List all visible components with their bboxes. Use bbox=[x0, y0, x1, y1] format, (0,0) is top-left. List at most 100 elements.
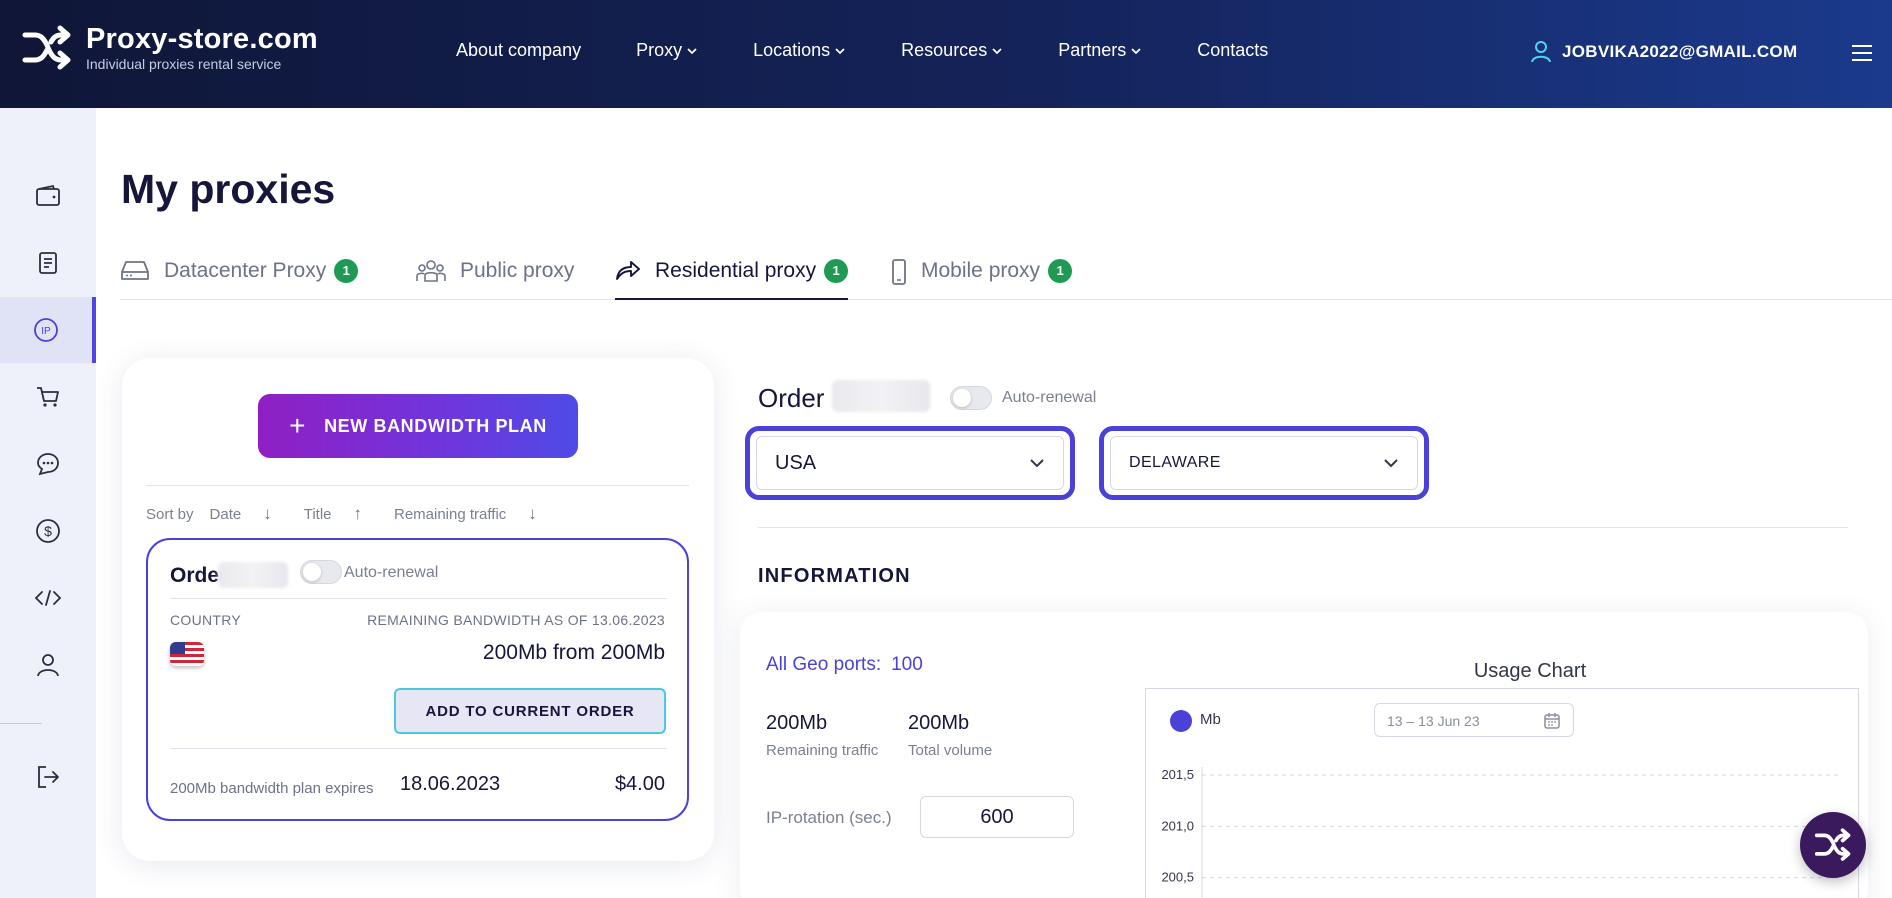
order-id-redacted bbox=[218, 562, 288, 588]
add-to-current-order-button[interactable]: ADD TO CURRENT ORDER bbox=[394, 688, 666, 734]
tab-mobile[interactable]: Mobile proxy 1 bbox=[891, 254, 1073, 300]
nav-about[interactable]: About company bbox=[456, 40, 581, 61]
remaining-traffic-label: Remaining traffic bbox=[766, 742, 879, 759]
auto-renewal-label: Auto-renewal bbox=[1002, 389, 1097, 406]
tab-datacenter-badge: 1 bbox=[334, 259, 359, 283]
order-card[interactable]: Order Auto-renewal COUNTRY REMAINING BAN… bbox=[146, 538, 689, 821]
nav-locations[interactable]: Locations bbox=[753, 40, 846, 61]
share-arrow-icon bbox=[616, 261, 640, 280]
user-account[interactable]: JOBVIKA2022@GMAIL.COM bbox=[1530, 40, 1797, 64]
order-price: $4.00 bbox=[614, 773, 665, 795]
nav-partners[interactable]: Partners bbox=[1058, 40, 1142, 61]
y-tick-label: 201,0 bbox=[1161, 818, 1194, 833]
nav-partners-label: Partners bbox=[1058, 40, 1127, 60]
ip-icon: IP bbox=[34, 318, 58, 342]
tab-mobile-badge: 1 bbox=[1048, 259, 1073, 283]
sidebar-item-logout[interactable] bbox=[0, 744, 96, 810]
phone-icon bbox=[892, 259, 906, 285]
top-header: Proxy-store.com Individual proxies renta… bbox=[0, 0, 1892, 108]
divider bbox=[170, 748, 667, 749]
nav-contacts-label: Contacts bbox=[1197, 40, 1269, 60]
code-icon bbox=[34, 590, 62, 606]
nav-contacts[interactable]: Contacts bbox=[1197, 40, 1268, 61]
brand-title: Proxy-store.com bbox=[86, 23, 318, 55]
total-volume-label: Total volume bbox=[908, 742, 993, 759]
sort-by-remaining[interactable]: Remaining traffic ↓ bbox=[394, 504, 553, 524]
sidebar-item-documents[interactable] bbox=[0, 230, 96, 296]
chat-icon bbox=[37, 453, 59, 476]
y-tick-label: 201,5 bbox=[1161, 767, 1194, 782]
sort-date-label: Date bbox=[209, 506, 242, 523]
tab-public[interactable]: Public proxy bbox=[416, 254, 574, 300]
orders-panel: + NEW BANDWIDTH PLAN Sort by Date ↓ Title… bbox=[122, 358, 714, 861]
chevron-down-icon bbox=[835, 47, 845, 54]
sidebar-item-api[interactable] bbox=[0, 565, 96, 631]
tab-residential[interactable]: Residential proxy 1 bbox=[615, 254, 849, 300]
y-tick-label: 200,5 bbox=[1161, 870, 1194, 885]
shuffle-logo-icon bbox=[22, 25, 71, 70]
arrow-up-icon: ↑ bbox=[353, 504, 363, 523]
chart-plot: 201,5201,0200,5200,0 bbox=[1161, 767, 1840, 898]
chevron-down-icon bbox=[992, 47, 1002, 54]
remaining-traffic-value: 200Mb bbox=[766, 712, 828, 734]
order-heading: Order bbox=[758, 383, 825, 413]
geo-ports-value: 100 bbox=[891, 654, 923, 675]
sidebar-item-ip[interactable]: IP bbox=[0, 297, 96, 363]
tab-datacenter-label: Datacenter Proxy bbox=[164, 259, 327, 282]
state-select-value: DELAWARE bbox=[1129, 454, 1221, 471]
wallet-icon bbox=[36, 184, 60, 206]
sidebar-item-billing[interactable]: $ bbox=[0, 498, 96, 564]
country-select-value: USA bbox=[775, 451, 817, 474]
document-icon bbox=[39, 252, 57, 274]
shuffle-fab-button[interactable] bbox=[1800, 812, 1866, 878]
sidebar-item-profile[interactable] bbox=[0, 632, 96, 698]
usage-chart: Mb 13 – 13 Jun 23 201,5201,0200,5200,0 bbox=[1145, 688, 1859, 898]
nav-resources[interactable]: Resources bbox=[901, 40, 1003, 61]
plan-expires-date: 18.06.2023 bbox=[400, 773, 501, 795]
sort-title-label: Title bbox=[303, 506, 332, 523]
chevron-down-icon bbox=[1384, 459, 1398, 468]
sort-by-date[interactable]: Date ↓ bbox=[210, 504, 288, 524]
new-plan-label: NEW BANDWIDTH PLAN bbox=[324, 415, 547, 436]
bandwidth-value: 200Mb from 200Mb bbox=[482, 641, 665, 664]
plus-icon: + bbox=[289, 410, 307, 441]
menu-icon[interactable] bbox=[1852, 44, 1872, 62]
divider bbox=[146, 485, 689, 486]
sidebar-item-wallet[interactable] bbox=[0, 163, 96, 229]
usa-flag-icon bbox=[170, 642, 204, 666]
sidebar-item-chat[interactable] bbox=[0, 431, 96, 497]
svg-text:$: $ bbox=[44, 523, 52, 539]
brand-subtitle: Individual proxies rental service bbox=[86, 56, 282, 72]
nav-proxy[interactable]: Proxy bbox=[636, 40, 698, 61]
chevron-down-icon bbox=[687, 47, 697, 54]
dollar-icon: $ bbox=[36, 519, 60, 543]
sidebar-item-cart[interactable] bbox=[0, 364, 96, 430]
people-icon bbox=[416, 260, 446, 282]
auto-renewal-toggle[interactable] bbox=[950, 386, 992, 410]
nav-about-label: About company bbox=[456, 40, 582, 60]
auto-renewal-label: Auto-renewal bbox=[344, 564, 439, 581]
divider bbox=[170, 598, 667, 599]
ip-rotation-label: IP-rotation (sec.) bbox=[766, 808, 892, 827]
tab-residential-label: Residential proxy bbox=[655, 259, 817, 282]
sort-label: Sort by bbox=[146, 505, 194, 523]
chevron-down-icon bbox=[1030, 459, 1044, 468]
proxy-tabs: Datacenter Proxy 1 Public proxy Resident… bbox=[120, 254, 1892, 300]
svg-text:IP: IP bbox=[41, 326, 51, 337]
shuffle-icon bbox=[1814, 828, 1851, 861]
new-bandwidth-plan-button[interactable]: + NEW BANDWIDTH PLAN bbox=[258, 394, 578, 458]
ip-rotation-input[interactable] bbox=[920, 796, 1074, 838]
sort-by-title[interactable]: Title ↑ bbox=[304, 504, 378, 524]
brand-logo[interactable]: Proxy-store.com Individual proxies renta… bbox=[22, 24, 318, 72]
country-select[interactable]: USA bbox=[745, 426, 1075, 500]
sidebar-divider bbox=[0, 723, 42, 724]
total-volume-value: 200Mb bbox=[908, 712, 970, 734]
tab-public-label: Public proxy bbox=[460, 259, 575, 282]
auto-renewal-toggle[interactable] bbox=[300, 560, 342, 584]
remaining-bandwidth-label: REMAINING BANDWIDTH AS OF 13.06.2023 bbox=[367, 612, 665, 628]
geo-ports: All Geo ports: 100 bbox=[766, 654, 923, 676]
divider bbox=[758, 527, 1848, 528]
tab-datacenter[interactable]: Datacenter Proxy 1 bbox=[120, 254, 359, 300]
state-select[interactable]: DELAWARE bbox=[1099, 426, 1429, 500]
sort-remaining-label: Remaining traffic bbox=[394, 506, 507, 523]
